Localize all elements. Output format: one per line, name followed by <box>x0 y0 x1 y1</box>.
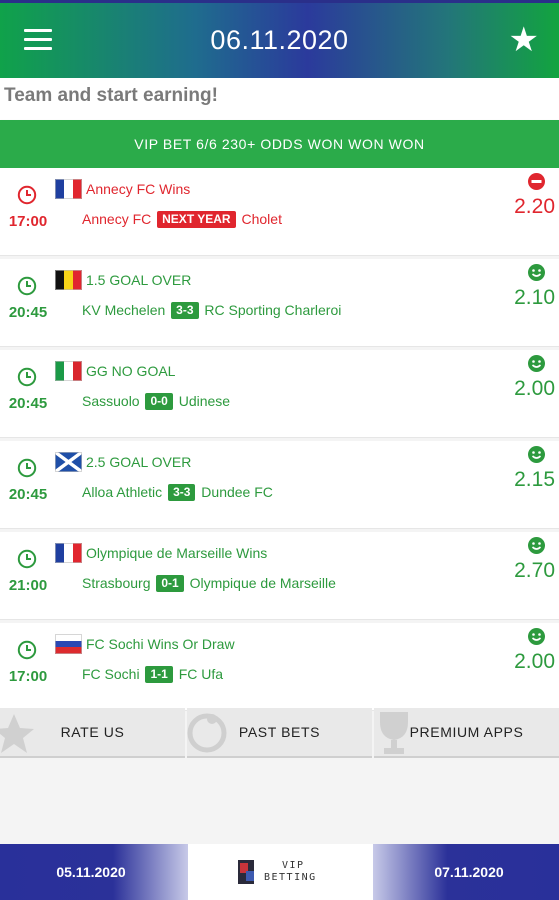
bet-tip: Annecy FC Wins <box>86 181 191 197</box>
premium-apps-label: PREMIUM APPS <box>409 724 524 740</box>
match-teams: KV Mechelen 3-3 RC Sporting Charleroi <box>82 302 341 319</box>
match-time: 17:00 <box>8 668 48 685</box>
match-teams: Strasbourg 0-1 Olympique de Marseille <box>82 575 336 592</box>
won-status-icon <box>527 627 546 646</box>
page-title: 06.11.2020 <box>210 25 349 55</box>
favorite-button[interactable]: ★ <box>509 23 539 57</box>
vip-bet-banner[interactable]: VIP BET 6/6 230+ ODDS WON WON WON <box>0 120 559 168</box>
match-time: 20:45 <box>8 395 48 412</box>
bet-odds: 2.70 <box>514 559 555 582</box>
marquee-text: Team and start earning! <box>4 85 218 106</box>
lost-status-icon <box>527 172 546 191</box>
logo-line-vip: VIP <box>282 860 305 871</box>
logo-line-betting: BETTING <box>264 872 317 883</box>
score-badge: 3-3 <box>168 484 196 501</box>
bet-row[interactable]: 20:45 1.5 GOAL OVER KV Mechelen 3-3 RC Spo… <box>0 259 559 347</box>
score-badge: 0-0 <box>145 393 173 410</box>
logo-icon <box>238 860 254 884</box>
clock-icon <box>16 457 38 479</box>
bet-odds: 2.20 <box>514 195 555 218</box>
star-icon: ★ <box>508 21 539 59</box>
rate-us-button[interactable]: RATE US <box>0 708 185 758</box>
app-root: 06.11.2020 ★ Team and start earning! VIP… <box>0 0 559 900</box>
clock-icon <box>16 184 38 206</box>
bet-odds: 2.00 <box>514 377 555 400</box>
belgium-flag-icon <box>55 270 82 290</box>
match-time: 20:45 <box>8 486 48 503</box>
won-status-icon <box>527 445 546 464</box>
bet-odds: 2.10 <box>514 286 555 309</box>
bet-tip: 2.5 GOAL OVER <box>86 454 192 470</box>
russia-flag-icon <box>55 634 82 654</box>
italy-flag-icon <box>55 361 82 381</box>
bet-odds: 2.15 <box>514 468 555 491</box>
away-team: Dundee FC <box>201 484 273 500</box>
score-badge: NEXT YEAR <box>157 211 236 228</box>
bet-odds: 2.00 <box>514 650 555 673</box>
clock-icon <box>16 639 38 661</box>
scotland-flag-icon <box>53 450 84 474</box>
france-flag-icon <box>55 543 82 563</box>
won-status-icon <box>527 354 546 373</box>
won-status-icon <box>527 536 546 555</box>
action-bar: RATE US PAST BETS PREMIUM APPS <box>0 708 559 758</box>
match-time: 20:45 <box>8 304 48 321</box>
match-teams: Annecy FC NEXT YEAR Cholet <box>82 211 282 228</box>
home-team: FC Sochi <box>82 666 140 682</box>
match-time: 21:00 <box>8 577 48 594</box>
bet-tip: GG NO GOAL <box>86 363 176 379</box>
score-badge: 3-3 <box>171 302 199 319</box>
next-date-button[interactable]: 07.11.2020 <box>373 844 559 900</box>
match-teams: Sassuolo 0-0 Udinese <box>82 393 230 410</box>
bet-row[interactable]: 17:00 Annecy FC Wins Annecy FC NEXT YEAR C… <box>0 168 559 256</box>
home-team: Sassuolo <box>82 393 140 409</box>
app-header: 06.11.2020 ★ <box>0 0 559 78</box>
past-bets-button[interactable]: PAST BETS <box>187 708 372 758</box>
bet-row[interactable]: 17:00 FC Sochi Wins Or Draw FC Sochi 1-1 F… <box>0 623 559 711</box>
past-bets-label: PAST BETS <box>238 724 321 740</box>
won-status-icon <box>527 263 546 282</box>
away-team: Cholet <box>241 211 282 227</box>
marquee-bar: Team and start earning! <box>0 78 559 120</box>
clock-icon <box>16 366 38 388</box>
vip-betting-logo: VIP BETTING <box>236 859 326 887</box>
home-team: Annecy FC <box>82 211 152 227</box>
home-team: Alloa Athletic <box>82 484 163 500</box>
match-teams: FC Sochi 1-1 FC Ufa <box>82 666 223 683</box>
date-navigation: 05.11.2020 VIP BETTING 07.11.2020 <box>0 844 559 900</box>
bet-tip: 1.5 GOAL OVER <box>86 272 192 288</box>
bet-tip: Olympique de Marseille Wins <box>86 545 268 561</box>
clock-icon <box>16 275 38 297</box>
bet-row[interactable]: 21:00 Olympique de Marseille Wins Strasbou… <box>0 532 559 620</box>
match-teams: Alloa Athletic 3-3 Dundee FC <box>82 484 273 501</box>
score-badge: 0-1 <box>156 575 184 592</box>
away-team: RC Sporting Charleroi <box>204 302 342 318</box>
bet-row[interactable]: 20:45 GG NO GOAL Sassuolo 0-0 Udinese 2.00 <box>0 350 559 438</box>
bet-list: 17:00 Annecy FC Wins Annecy FC NEXT YEAR C… <box>0 168 559 714</box>
away-team: Udinese <box>178 393 231 409</box>
clock-icon <box>16 548 38 570</box>
premium-apps-button[interactable]: PREMIUM APPS <box>374 708 559 758</box>
france-flag-icon <box>55 179 82 199</box>
away-team: FC Ufa <box>178 666 224 682</box>
away-team: Olympique de Marseille <box>189 575 336 591</box>
home-team: Strasbourg <box>82 575 151 591</box>
bet-tip: FC Sochi Wins Or Draw <box>86 636 235 652</box>
rate-us-label: RATE US <box>60 724 125 740</box>
previous-date-button[interactable]: 05.11.2020 <box>0 844 188 900</box>
match-time: 17:00 <box>8 213 48 230</box>
home-team: KV Mechelen <box>82 302 166 318</box>
bet-row[interactable]: 20:45 2.5 GOAL OVER Alloa Athletic 3-3 Dun… <box>0 441 559 529</box>
score-badge: 1-1 <box>145 666 173 683</box>
